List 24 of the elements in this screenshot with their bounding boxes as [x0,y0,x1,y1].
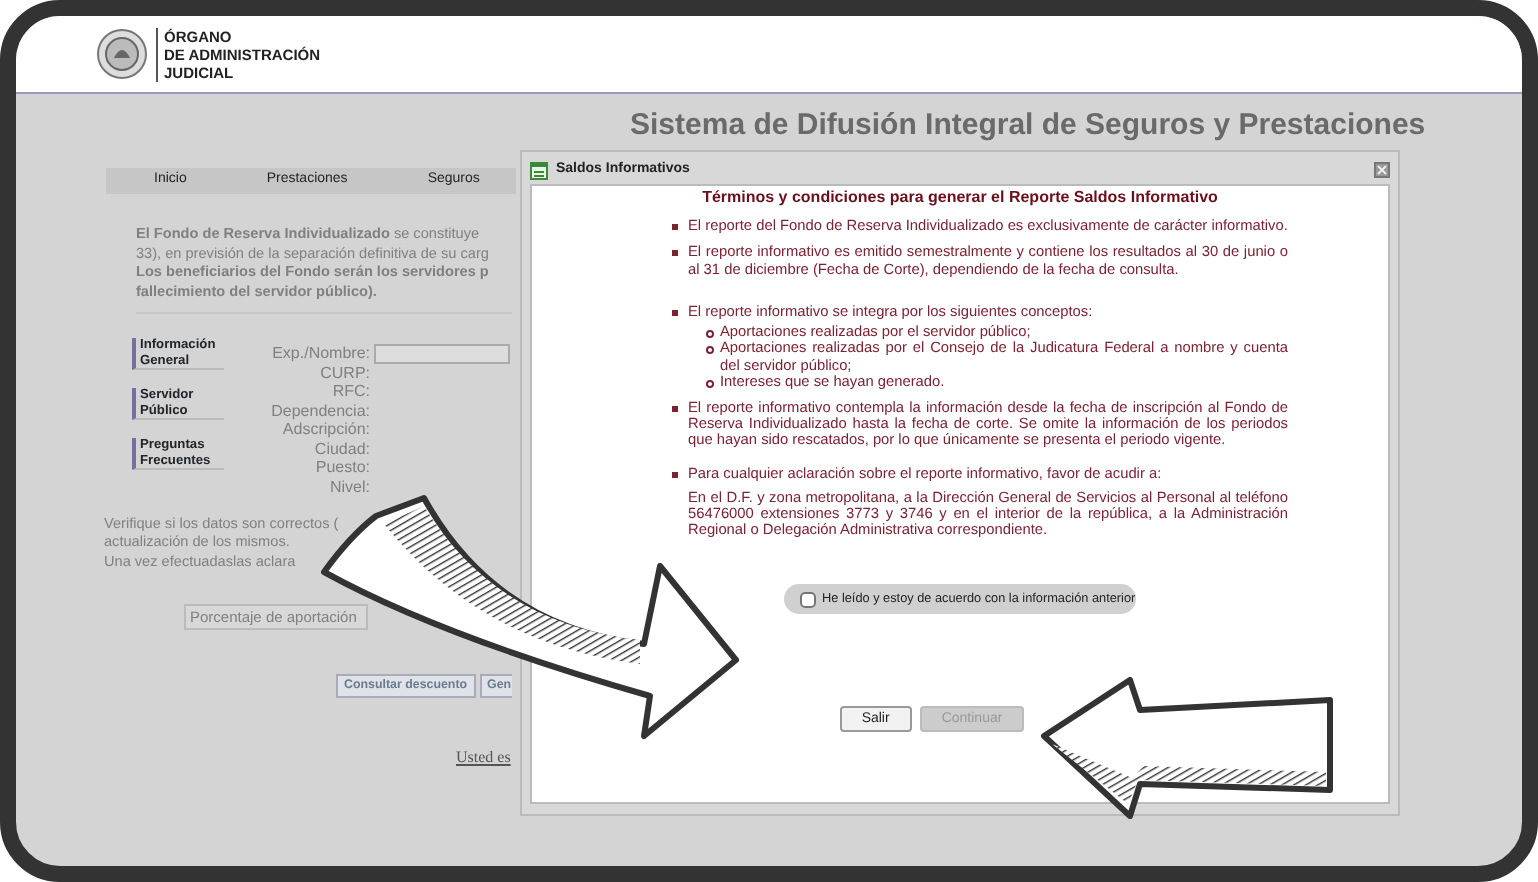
field-label: Adscripción: [280,420,370,442]
window-icon [530,161,548,179]
bullet-icon [672,405,678,412]
field-label: RFC: [330,380,370,404]
name-field[interactable] [374,343,510,363]
footer-link[interactable]: Usted es [456,748,511,766]
bullet-icon [672,471,678,478]
page-title: Sistema de Difusión Integral de Seguros y Prestaciones [630,110,1426,142]
circle-bullet-icon [706,345,714,354]
circle-bullet-icon [706,379,714,388]
field-label: Ciudad: [312,438,370,461]
bullet-icon [672,250,678,257]
terms-heading: Términos y condiciones para generar el Reporte Saldos Informativo [700,188,1220,208]
field-label: Dependencia: [269,399,370,422]
seal-icon [96,28,148,80]
field-label: Nivel: [327,475,370,500]
field-label: Exp./Nombre: [270,341,370,365]
circle-bullet-icon [706,329,714,338]
agreement-checkbox[interactable] [800,591,816,608]
close-icon[interactable] [1374,162,1390,178]
bullet-icon [672,309,678,316]
field-label: CURP: [318,362,370,384]
field-label: Puesto: [313,456,370,480]
bullet-icon [672,224,678,230]
